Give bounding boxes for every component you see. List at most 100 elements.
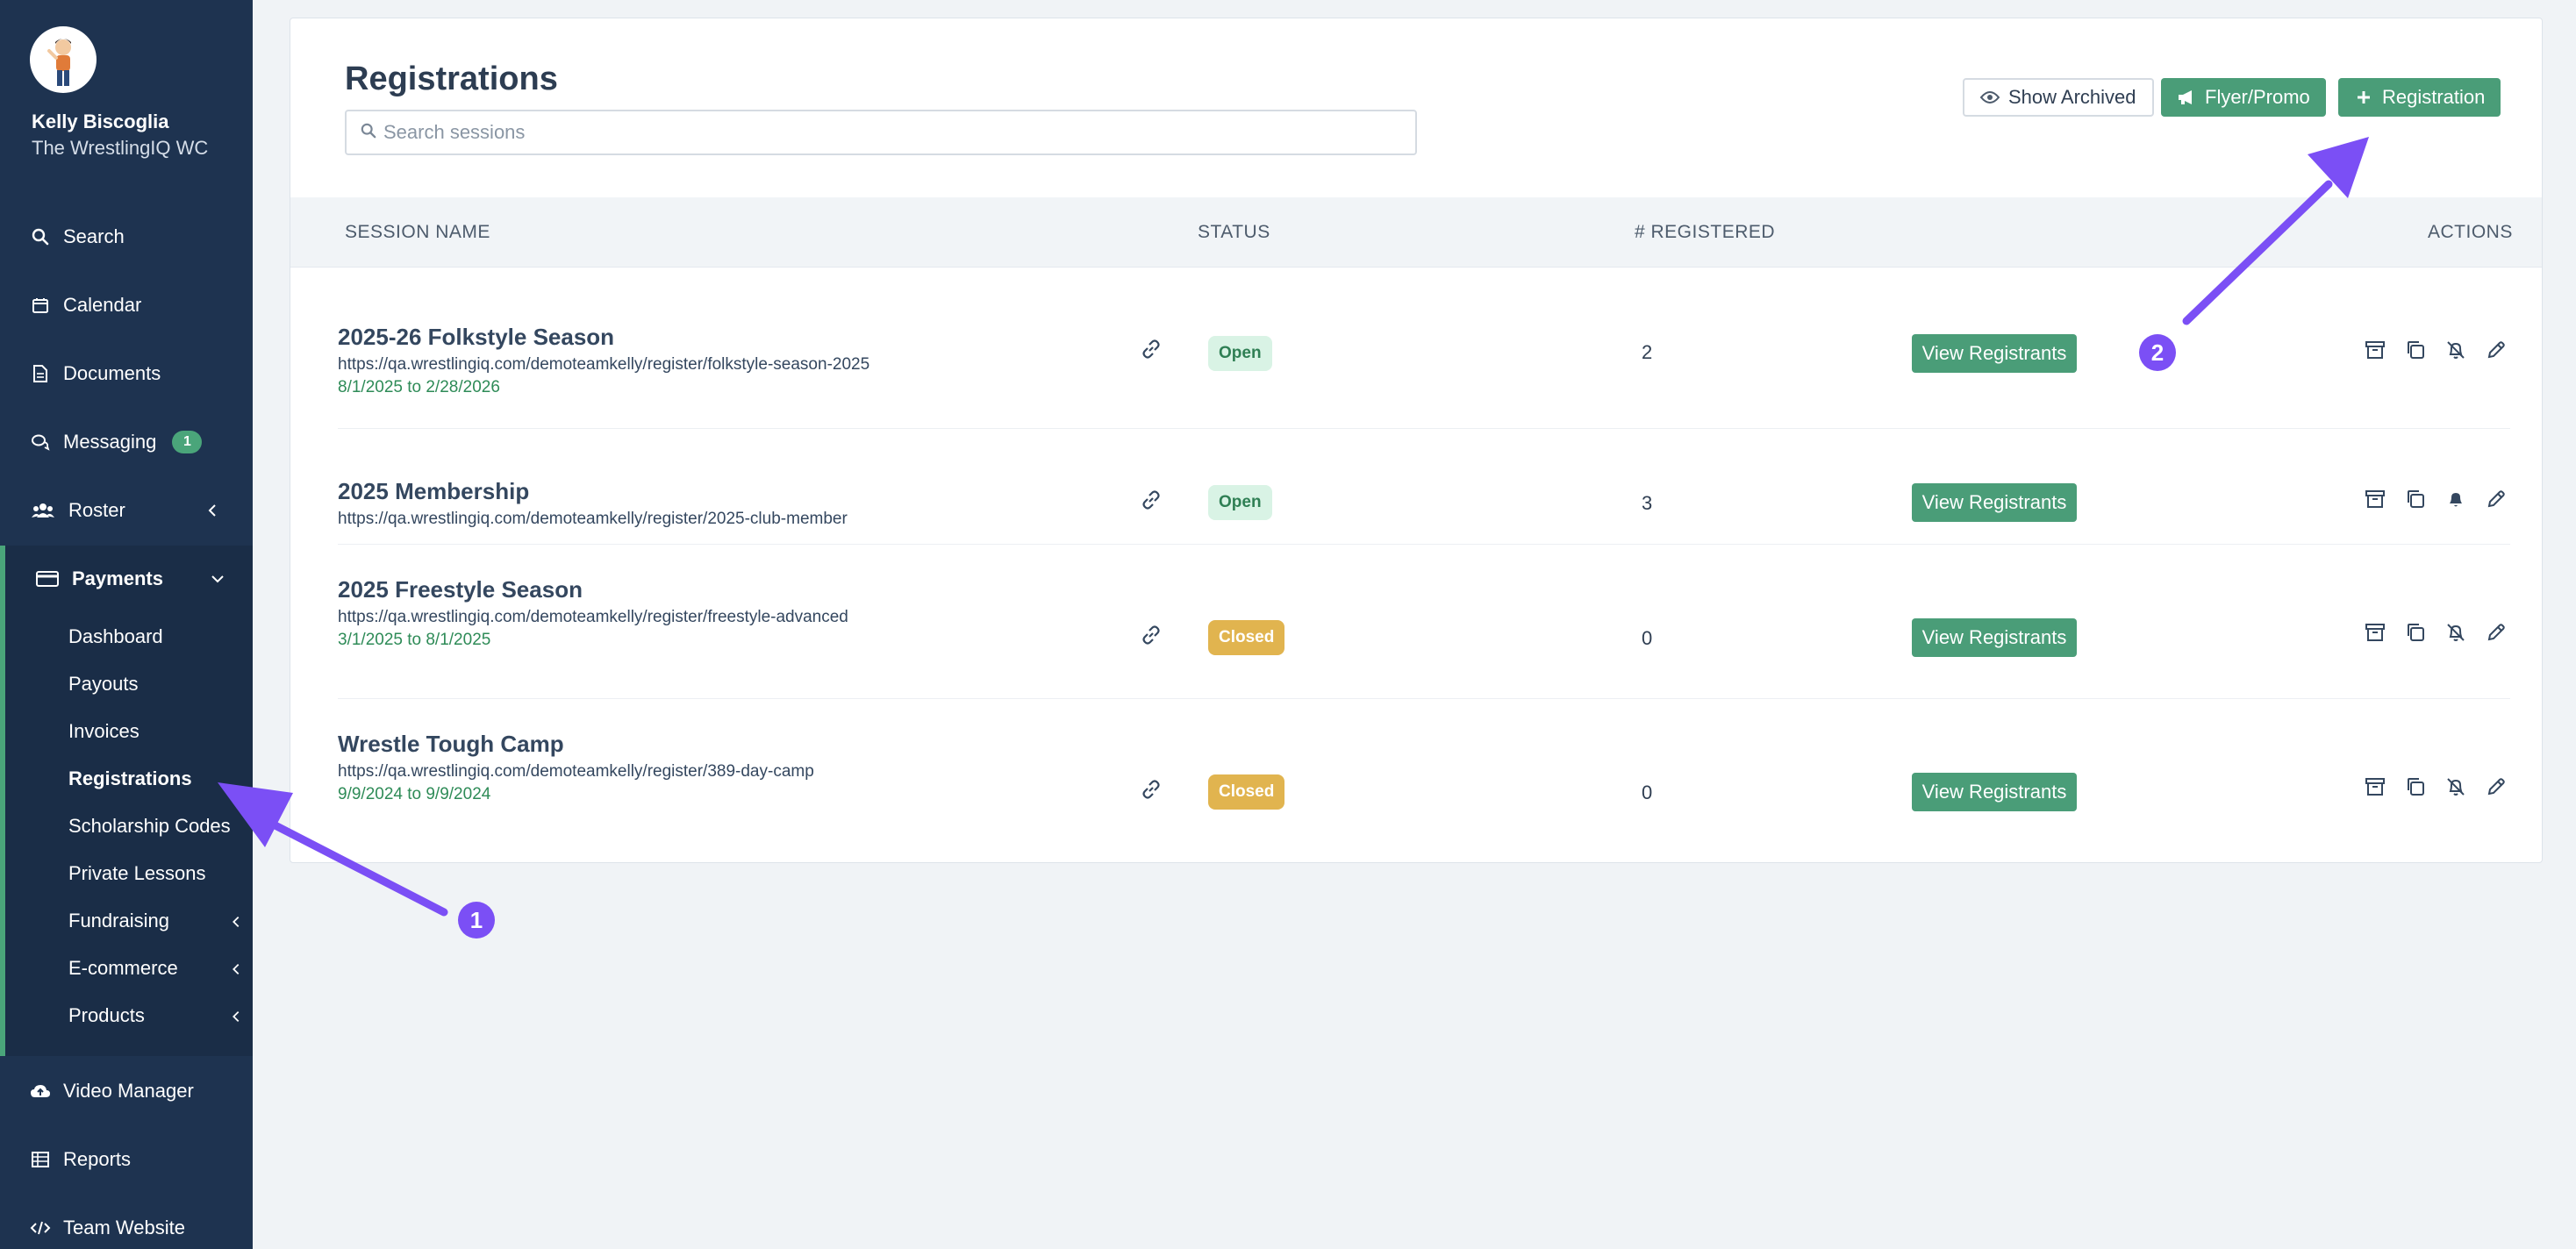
column-header-registered[interactable]: # REGISTERED — [1635, 222, 1775, 243]
link-icon[interactable] — [1140, 778, 1163, 801]
sidebar-item-ecommerce[interactable]: E-commerce — [68, 951, 253, 986]
add-registration-button[interactable]: Registration — [2338, 78, 2501, 117]
search-input[interactable] — [383, 121, 1392, 144]
show-archived-button[interactable]: Show Archived — [1963, 78, 2154, 117]
column-header-session-name[interactable]: SESSION NAME — [345, 222, 490, 243]
nav-item-team-website[interactable]: Team Website — [0, 1202, 253, 1249]
sidebar-item-scholarship-codes[interactable]: Scholarship Codes — [68, 809, 253, 844]
view-registrants-button[interactable]: View Registrants — [1912, 334, 2077, 373]
copy-icon[interactable] — [2405, 622, 2428, 645]
copy-icon[interactable] — [2405, 339, 2428, 362]
sidebar: Kelly Biscoglia The WrestlingIQ WC Searc… — [0, 0, 253, 1249]
chevron-left-icon — [228, 912, 244, 928]
nav-item-search[interactable]: Search — [0, 211, 253, 263]
session-url: https://qa.wrestlingiq.com/demoteamkelly… — [338, 355, 870, 374]
nav-label: Roster — [68, 499, 125, 521]
sub-label: Fundraising — [68, 910, 169, 931]
link-icon[interactable] — [1140, 338, 1163, 360]
archive-icon[interactable] — [2365, 622, 2387, 645]
archive-icon[interactable] — [2365, 339, 2387, 362]
session-url: https://qa.wrestlingiq.com/demoteamkelly… — [338, 510, 848, 528]
nav-label: Payments — [72, 567, 163, 589]
nav-label: Reports — [63, 1148, 132, 1170]
sidebar-item-private-lessons[interactable]: Private Lessons — [68, 856, 253, 891]
bell-slash-icon[interactable] — [2445, 622, 2468, 645]
session-name-link[interactable]: 2025 Freestyle Season — [338, 576, 583, 603]
sidebar-item-products[interactable]: Products — [68, 998, 253, 1033]
sidebar-item-invoices[interactable]: Invoices — [68, 714, 253, 749]
plus-icon — [2354, 88, 2373, 107]
search-box[interactable] — [345, 110, 1417, 155]
search-icon — [361, 123, 376, 143]
nav-item-video-manager[interactable]: Video Manager — [0, 1065, 253, 1117]
edit-icon[interactable] — [2486, 622, 2508, 645]
session-dates: 3/1/2025 to 8/1/2025 — [338, 631, 491, 649]
archive-icon[interactable] — [2365, 489, 2387, 511]
nav-label: Search — [63, 225, 125, 247]
eye-icon — [1980, 88, 2000, 107]
nav-item-calendar[interactable]: Calendar — [0, 279, 253, 332]
page-title: Registrations — [345, 61, 558, 97]
nav-item-payments[interactable]: Payments — [0, 553, 253, 605]
column-header-status[interactable]: STATUS — [1198, 222, 1270, 243]
status-badge: Open — [1208, 336, 1272, 371]
bell-slash-icon[interactable] — [2445, 339, 2468, 362]
sub-label: Products — [68, 1004, 145, 1026]
view-registrants-button[interactable]: View Registrants — [1912, 773, 2077, 811]
copy-icon[interactable] — [2405, 489, 2428, 511]
session-name-link[interactable]: Wrestle Tough Camp — [338, 731, 564, 758]
chat-icon — [30, 432, 51, 453]
session-name-link[interactable]: 2025-26 Folkstyle Season — [338, 324, 614, 351]
annotation-marker-2: 2 — [2139, 334, 2176, 371]
sidebar-item-dashboard[interactable]: Dashboard — [68, 619, 253, 654]
bell-slash-icon[interactable] — [2445, 776, 2468, 799]
status-badge: Closed — [1208, 620, 1285, 655]
link-icon[interactable] — [1140, 624, 1163, 646]
annotation-marker-1: 1 — [458, 902, 495, 939]
edit-icon[interactable] — [2486, 339, 2508, 362]
payments-group: Payments Dashboard Payouts Invoices Regi… — [0, 546, 253, 1056]
nav-item-documents[interactable]: Documents — [0, 347, 253, 400]
cloud-upload-icon — [30, 1081, 51, 1102]
view-registrants-button[interactable]: View Registrants — [1912, 483, 2077, 522]
nav-label: Messaging — [63, 431, 157, 453]
users-icon — [30, 500, 56, 521]
nav-item-reports[interactable]: Reports — [0, 1133, 253, 1186]
nav-label: Calendar — [63, 294, 142, 316]
table-icon — [30, 1149, 51, 1170]
chevron-left-icon — [228, 960, 244, 975]
archive-icon[interactable] — [2365, 776, 2387, 799]
column-header-actions: ACTIONS — [2428, 222, 2513, 242]
document-icon — [30, 363, 51, 384]
table-row: Wrestle Tough Camp https://qa.wrestlingi… — [290, 699, 2542, 862]
table-row: 2025 Membership https://qa.wrestlingiq.c… — [290, 429, 2542, 545]
view-registrants-button[interactable]: View Registrants — [1912, 618, 2077, 657]
bullhorn-icon — [2177, 88, 2196, 107]
button-label: Registration — [2382, 86, 2486, 108]
copy-icon[interactable] — [2405, 776, 2428, 799]
edit-icon[interactable] — [2486, 489, 2508, 511]
registered-count: 0 — [1642, 627, 1653, 649]
nav-item-roster[interactable]: Roster — [0, 484, 253, 537]
user-avatar[interactable] — [30, 26, 97, 93]
table-header: SESSION NAME STATUS # REGISTERED ACTIONS — [290, 197, 2542, 268]
status-badge: Open — [1208, 485, 1272, 520]
flyer-promo-button[interactable]: Flyer/Promo — [2161, 78, 2326, 117]
nav-item-messaging[interactable]: Messaging 1 — [0, 416, 253, 468]
sidebar-item-registrations[interactable]: Registrations — [68, 761, 253, 796]
chevron-left-icon — [204, 502, 221, 519]
nav-label: Documents — [63, 362, 161, 384]
session-dates: 8/1/2025 to 2/28/2026 — [338, 378, 500, 396]
session-name-link[interactable]: 2025 Membership — [338, 478, 529, 505]
session-dates: 9/9/2024 to 9/9/2024 — [338, 785, 491, 803]
registered-count: 2 — [1642, 341, 1653, 363]
sidebar-item-payouts[interactable]: Payouts — [68, 667, 253, 702]
bell-icon[interactable] — [2445, 489, 2468, 511]
code-icon — [30, 1217, 51, 1238]
chevron-left-icon — [228, 1007, 244, 1023]
user-name: Kelly Biscoglia — [32, 111, 169, 132]
edit-icon[interactable] — [2486, 776, 2508, 799]
sidebar-item-fundraising[interactable]: Fundraising — [68, 903, 253, 939]
status-badge: Closed — [1208, 774, 1285, 810]
link-icon[interactable] — [1140, 489, 1163, 511]
